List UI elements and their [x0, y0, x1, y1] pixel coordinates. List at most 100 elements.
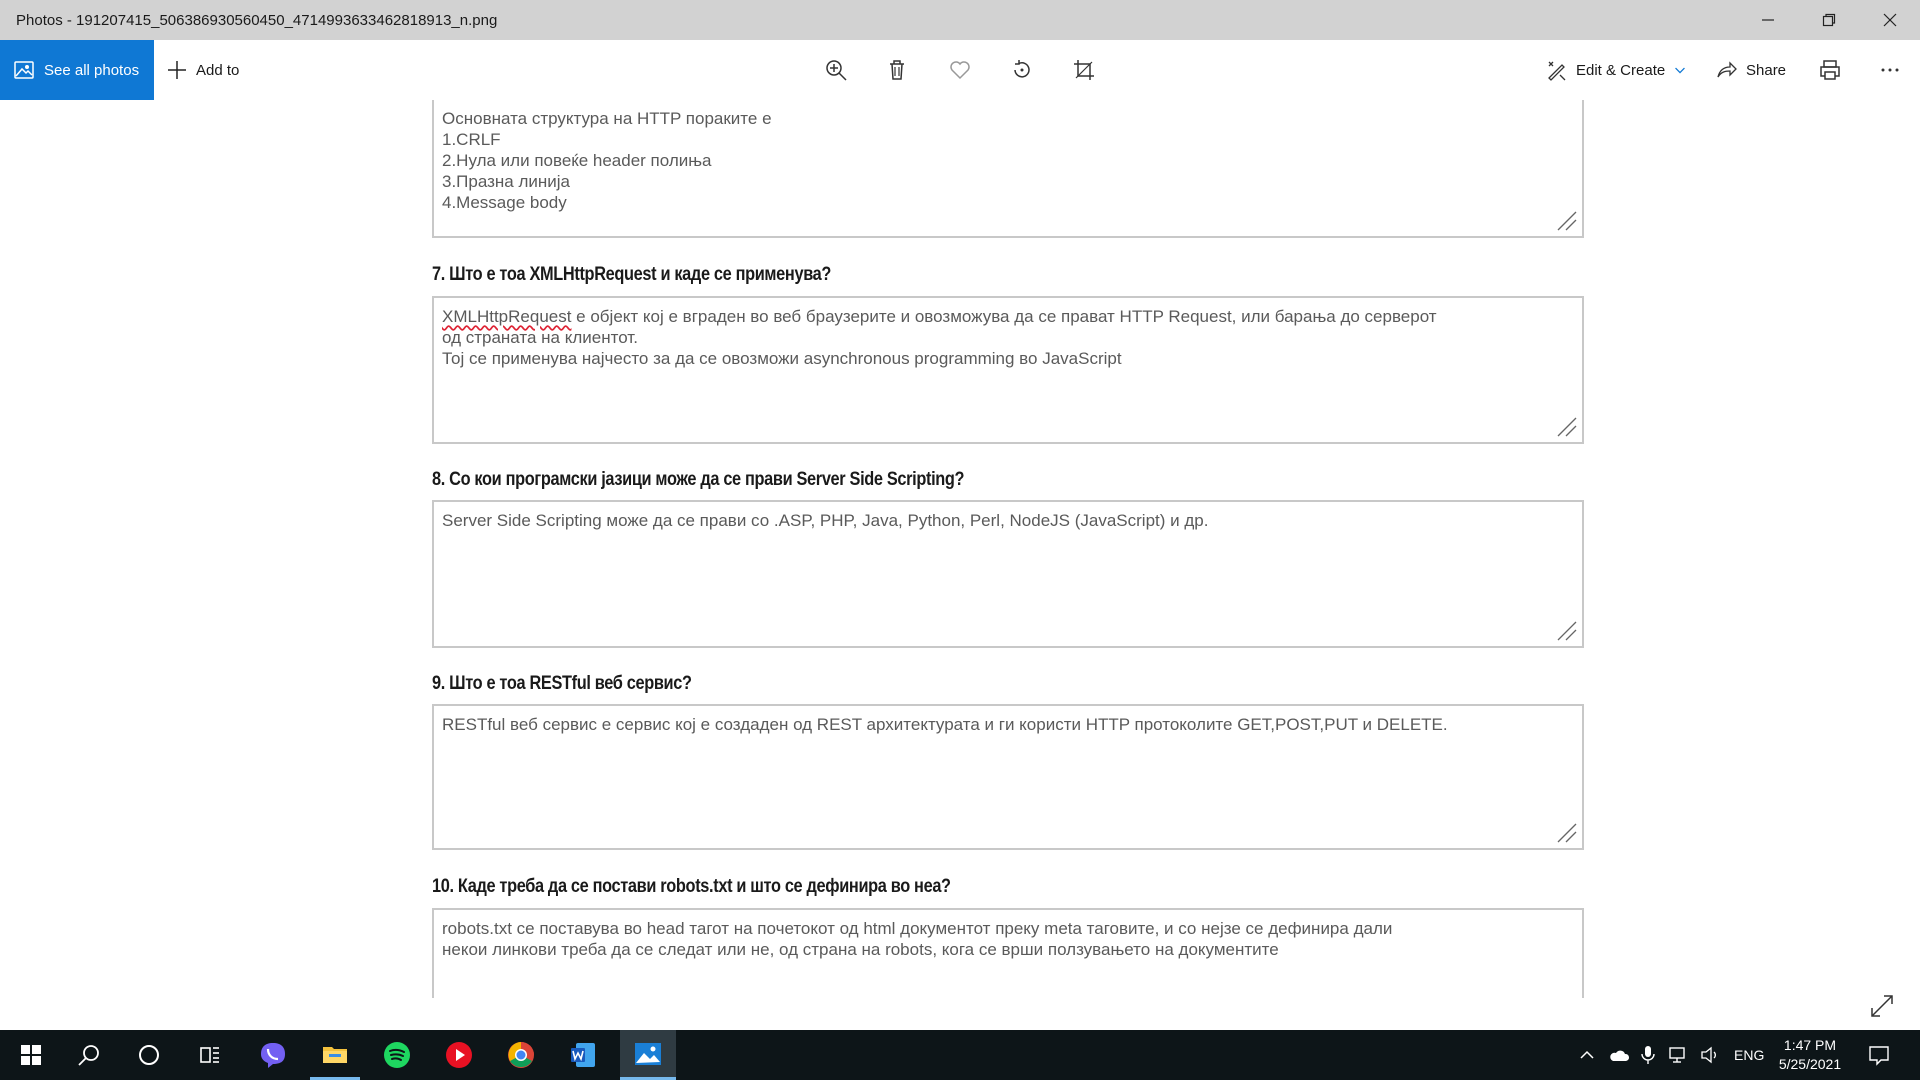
clock-time: 1:47 PM [1783, 1037, 1837, 1053]
resize-grip-icon [1557, 823, 1577, 843]
word-button[interactable] [558, 1030, 608, 1080]
minimize-button[interactable] [1737, 0, 1798, 40]
more-icon [1881, 68, 1899, 72]
question-7: 7. Што е тоа XMLHttpRequest и каде се пр… [432, 264, 832, 285]
action-center-button[interactable] [1856, 1030, 1902, 1080]
answer-line: RESTful веб сервис е сервис кој е создад… [442, 715, 1448, 734]
answer-line: Server Side Scripting може да се прави с… [442, 511, 1209, 530]
answer-line: некои линкови треба да се следат или не,… [442, 940, 1279, 959]
misspelled-word: XMLHttpRequest [442, 307, 572, 326]
edit-create-label: Edit & Create [1576, 61, 1666, 79]
add-to-button[interactable]: Add to [166, 40, 239, 100]
share-icon [1717, 61, 1737, 78]
photos-app-button[interactable] [620, 1030, 676, 1080]
media-player-button[interactable] [434, 1030, 484, 1080]
system-tray: ENG [1578, 1030, 1764, 1080]
start-button[interactable] [6, 1030, 56, 1080]
rotate-button[interactable] [1008, 56, 1036, 84]
clock-date: 5/25/2021 [1778, 1056, 1842, 1072]
crop-button[interactable] [1070, 56, 1098, 84]
search-button[interactable] [64, 1030, 114, 1080]
answer-box-restful: RESTful веб сервис е сервис кој е создад… [432, 704, 1584, 850]
question-8: 8. Со кои програмски јазици може да се п… [432, 469, 965, 490]
word-icon [571, 1043, 595, 1067]
close-icon [1883, 13, 1896, 27]
answer-line: 4.Message body [442, 193, 567, 212]
photo-viewer[interactable]: Основната структура на HTTP пораките е 1… [0, 100, 1920, 1030]
answer-line: од страната на клиентот. [442, 328, 638, 347]
delete-button[interactable] [883, 56, 911, 84]
see-all-photos-label: See all photos [44, 61, 140, 79]
photos-icon [635, 1042, 661, 1065]
answer-box-xmlhttprequest: XMLHttpRequest е објект кој е вграден во… [432, 296, 1584, 444]
expand-icon[interactable] [1868, 992, 1896, 1020]
close-button[interactable] [1859, 0, 1920, 40]
restore-icon [1822, 13, 1835, 27]
spotify-button[interactable] [372, 1030, 422, 1080]
title-bar: Photos - 191207415_506386930560450_47149… [0, 0, 1920, 40]
onedrive-icon[interactable] [1608, 1046, 1630, 1064]
viber-icon [261, 1043, 285, 1068]
viber-button[interactable] [248, 1030, 298, 1080]
plus-icon [168, 61, 186, 79]
photos-gallery-icon [14, 61, 34, 79]
share-button[interactable]: Share [1716, 40, 1786, 100]
rotate-icon [1014, 60, 1030, 78]
window-title: Photos - 191207415_506386930560450_47149… [16, 11, 498, 29]
volume-icon[interactable] [1700, 1046, 1720, 1064]
spotify-icon [384, 1042, 410, 1068]
edit-create-button[interactable]: Edit & Create [1546, 40, 1687, 100]
microphone-icon[interactable] [1640, 1045, 1656, 1065]
file-explorer-icon [323, 1046, 347, 1063]
chevron-up-icon[interactable] [1578, 1046, 1596, 1064]
network-icon[interactable] [1668, 1046, 1688, 1064]
restore-button[interactable] [1798, 0, 1859, 40]
print-icon [1820, 60, 1840, 80]
answer-line: 3.Празна линија [442, 172, 571, 191]
media-player-icon [446, 1042, 472, 1068]
cortana-icon [139, 1045, 159, 1065]
print-button[interactable] [1816, 56, 1844, 84]
language-indicator[interactable]: ENG [1734, 1047, 1764, 1063]
crop-icon [1074, 60, 1094, 80]
answer-line: 2.Нула или повеќе header полиња [442, 151, 712, 170]
chevron-down-icon [1675, 67, 1686, 74]
chrome-button[interactable] [496, 1030, 546, 1080]
file-explorer-button[interactable] [310, 1030, 360, 1080]
favorite-button[interactable] [946, 56, 974, 84]
resize-grip-icon [1557, 417, 1577, 437]
photo-image: Основната структура на HTTP пораките е 1… [430, 100, 1586, 998]
chrome-icon [508, 1042, 534, 1068]
answer-box-robots: robots.txt се поставува во head тагот на… [432, 908, 1584, 998]
resize-grip-icon [1557, 621, 1577, 641]
answer-box-http-structure: Основната структура на HTTP пораките е 1… [432, 100, 1584, 238]
answer-text: е објект кој е вграден во веб браузерите… [571, 307, 1437, 326]
share-label: Share [1746, 61, 1787, 79]
photos-toolbar: See all photos Add to Edit & Create Shar… [0, 40, 1920, 100]
see-all-photos-button[interactable]: See all photos [0, 40, 154, 100]
search-icon [78, 1045, 99, 1066]
answer-line: Основната структура на HTTP пораките е [442, 109, 772, 128]
windows-taskbar: ENG 1:47 PM 5/25/2021 [0, 1030, 1920, 1080]
task-view-icon [200, 1047, 219, 1063]
delete-icon [890, 60, 904, 80]
start-icon [21, 1045, 41, 1065]
task-view-button[interactable] [185, 1030, 235, 1080]
favorite-icon [950, 61, 970, 80]
resize-grip-icon [1557, 211, 1577, 231]
zoom-in-button[interactable] [822, 56, 850, 84]
add-to-label: Add to [196, 61, 240, 79]
answer-line: Тој се применува најчесто за да се овозм… [442, 349, 1122, 368]
clock[interactable]: 1:47 PM 5/25/2021 [1770, 1036, 1850, 1074]
cortana-button[interactable] [124, 1030, 174, 1080]
answer-box-server-side: Server Side Scripting може да се прави с… [432, 500, 1584, 648]
answer-line: XMLHttpRequest е објект кој е вграден во… [442, 306, 1574, 327]
zoom-in-icon [826, 60, 847, 81]
answer-line: 1.CRLF [442, 130, 501, 149]
more-button[interactable] [1876, 56, 1904, 84]
question-9: 9. Што е тоа RESTful веб сервис? [432, 673, 692, 694]
answer-line: robots.txt се поставува во head тагот на… [442, 919, 1393, 938]
question-10: 10. Каде треба да се постави robots.txt … [432, 876, 951, 897]
notification-icon [1869, 1046, 1889, 1066]
edit-create-icon [1548, 61, 1566, 81]
